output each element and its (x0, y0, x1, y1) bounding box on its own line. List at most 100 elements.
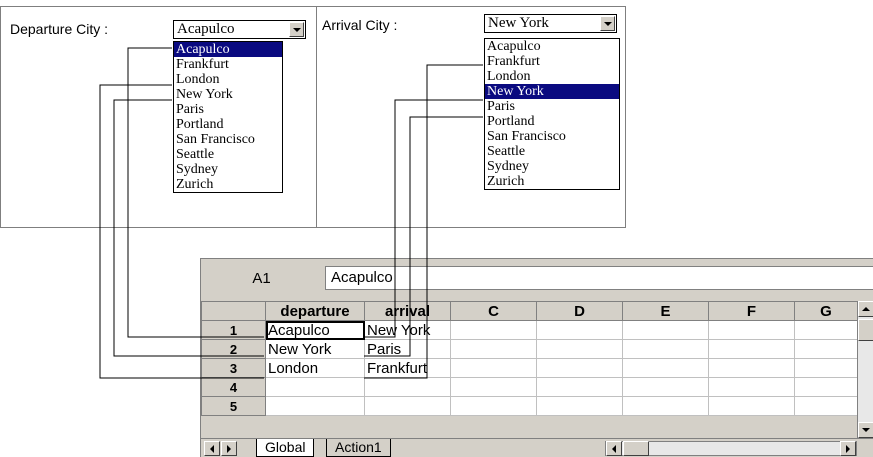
table-cell[interactable]: Paris (364, 339, 451, 359)
list-item[interactable]: San Francisco (174, 132, 282, 147)
list-item[interactable]: Seattle (174, 147, 282, 162)
departure-city-combobox[interactable]: Acapulco (173, 20, 306, 39)
table-cell[interactable] (794, 320, 858, 340)
tab-scroll-left-button[interactable] (204, 441, 220, 456)
table-cell[interactable] (622, 339, 709, 359)
list-item[interactable]: Paris (485, 99, 619, 114)
table-cell[interactable] (536, 358, 623, 378)
list-item[interactable]: Acapulco (174, 42, 282, 57)
list-item[interactable]: Portland (174, 117, 282, 132)
table-cell[interactable] (708, 339, 795, 359)
list-item[interactable]: London (485, 69, 619, 84)
chevron-down-icon[interactable] (600, 16, 615, 31)
table-cell[interactable] (708, 320, 795, 340)
table-cell[interactable] (794, 377, 858, 397)
row-header[interactable]: 2 (201, 339, 266, 359)
tab-global[interactable]: Global (256, 439, 315, 457)
table-cell[interactable] (622, 358, 709, 378)
table-cell[interactable] (708, 396, 795, 416)
table-cell[interactable]: New York (364, 320, 451, 340)
arrival-city-combobox[interactable]: New York (484, 14, 617, 33)
select-all-corner[interactable] (201, 301, 266, 321)
table-cell[interactable] (708, 377, 795, 397)
column-header[interactable]: C (450, 301, 537, 321)
table-row: 1 Acapulco New York (201, 320, 858, 340)
table-cell[interactable]: London (265, 358, 365, 378)
table-cell[interactable] (450, 358, 537, 378)
table-cell[interactable] (450, 396, 537, 416)
arrival-panel: Arrival City : New York Acapulco Frankfu… (316, 6, 626, 228)
arrow-down-icon (862, 428, 870, 432)
table-cell[interactable] (622, 320, 709, 340)
tab-action1[interactable]: Action1 (326, 439, 391, 457)
table-cell[interactable] (450, 339, 537, 359)
table-row: 5 (201, 396, 858, 416)
list-item[interactable]: Portland (485, 114, 619, 129)
list-item[interactable]: Acapulco (485, 39, 619, 54)
table-cell[interactable] (622, 377, 709, 397)
list-item[interactable]: New York (174, 87, 282, 102)
table-cell[interactable] (794, 339, 858, 359)
formula-input[interactable]: Acapulco (325, 266, 873, 290)
list-item[interactable]: Zurich (485, 174, 619, 189)
table-cell[interactable] (536, 377, 623, 397)
tab-scroll-right-button[interactable] (221, 441, 237, 456)
scroll-up-button[interactable] (858, 301, 873, 317)
list-item[interactable]: Sydney (485, 159, 619, 174)
formula-bar: A1 Acapulco (201, 259, 873, 293)
scroll-down-button[interactable] (858, 422, 873, 438)
table-row: 2 New York Paris (201, 339, 858, 359)
list-item[interactable]: Frankfurt (485, 54, 619, 69)
table-cell[interactable] (794, 358, 858, 378)
scroll-thumb[interactable] (623, 441, 649, 456)
vertical-scrollbar[interactable] (857, 301, 873, 438)
table-cell[interactable] (708, 358, 795, 378)
row-header[interactable]: 3 (201, 358, 266, 378)
table-cell[interactable] (536, 396, 623, 416)
table-cell[interactable]: Frankfurt (364, 358, 451, 378)
table-cell[interactable] (265, 377, 365, 397)
table-cell[interactable] (450, 377, 537, 397)
table-cell[interactable] (794, 396, 858, 416)
table-cell[interactable]: Acapulco (265, 320, 365, 340)
table-cell[interactable] (622, 396, 709, 416)
table-row: 4 (201, 377, 858, 397)
scroll-thumb[interactable] (858, 319, 873, 341)
table-cell[interactable] (265, 396, 365, 416)
table-cell[interactable] (536, 339, 623, 359)
departure-city-list[interactable]: Acapulco Frankfurt London New York Paris… (173, 41, 283, 193)
row-header[interactable]: 4 (201, 377, 266, 397)
sheet-tab-bar: Global Action1 (201, 438, 873, 457)
arrival-city-label: Arrival City : (322, 17, 398, 33)
row-header[interactable]: 1 (201, 320, 266, 340)
list-item[interactable]: San Francisco (485, 129, 619, 144)
arrow-right-icon (846, 444, 850, 453)
column-header[interactable]: D (536, 301, 623, 321)
list-item[interactable]: Paris (174, 102, 282, 117)
horizontal-scrollbar[interactable] (605, 441, 857, 456)
column-header[interactable]: G (794, 301, 858, 321)
row-header[interactable]: 5 (201, 396, 266, 416)
column-header[interactable]: F (708, 301, 795, 321)
table-cell[interactable] (364, 396, 451, 416)
table-cell[interactable] (536, 320, 623, 340)
scroll-right-button[interactable] (840, 441, 856, 456)
table-cell[interactable]: New York (265, 339, 365, 359)
list-item[interactable]: Sydney (174, 162, 282, 177)
column-header[interactable]: departure (265, 301, 365, 321)
arrival-city-list[interactable]: Acapulco Frankfurt London New York Paris… (484, 38, 620, 190)
list-item[interactable]: Frankfurt (174, 57, 282, 72)
list-item[interactable]: Zurich (174, 177, 282, 192)
column-header[interactable]: E (622, 301, 709, 321)
name-box[interactable]: A1 (206, 266, 317, 290)
scroll-left-button[interactable] (606, 441, 622, 456)
list-item[interactable]: London (174, 72, 282, 87)
table-cell[interactable] (364, 377, 451, 397)
list-item[interactable]: Seattle (485, 144, 619, 159)
column-header[interactable]: arrival (364, 301, 451, 321)
table-cell[interactable] (450, 320, 537, 340)
list-item[interactable]: New York (485, 84, 619, 99)
arrival-city-value: New York (488, 15, 549, 31)
table-row: 3 London Frankfurt (201, 358, 858, 378)
chevron-down-icon[interactable] (289, 22, 304, 37)
